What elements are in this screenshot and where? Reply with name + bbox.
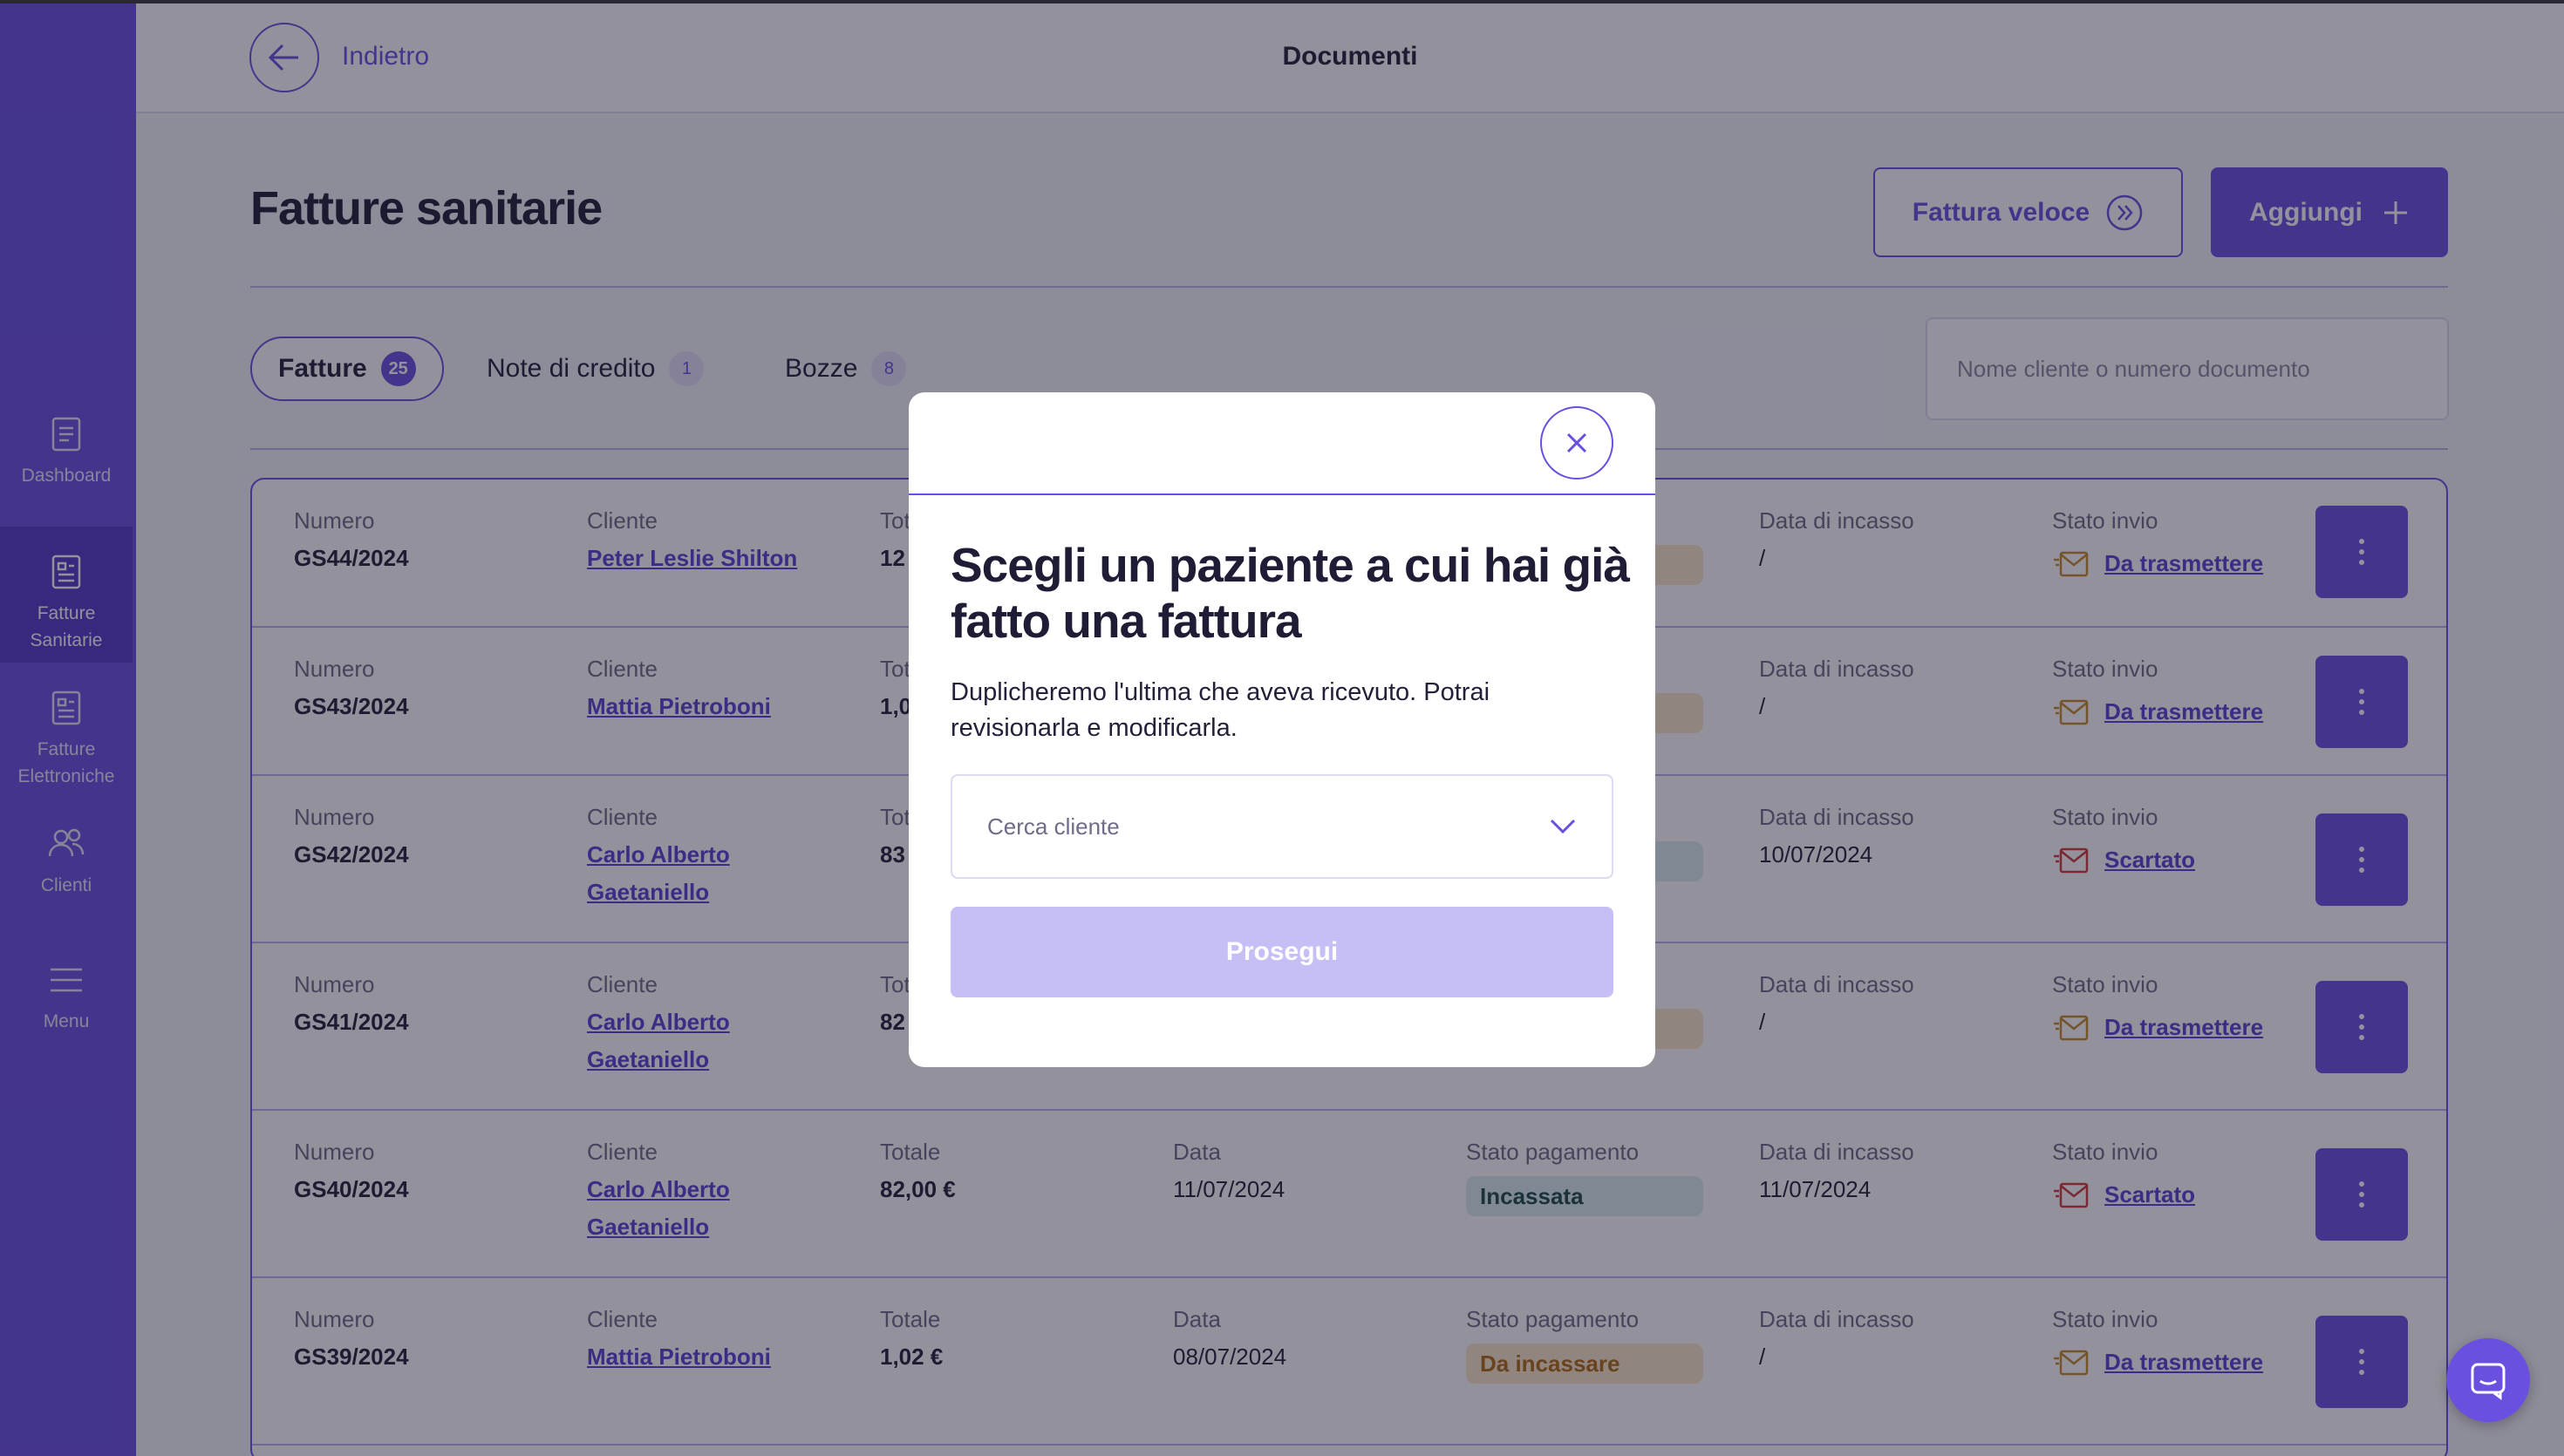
modal-description: Duplicheremo l'ultima che aveva ricevuto… [951,678,1490,742]
client-select-placeholder: Cerca cliente [987,813,1120,840]
modal-title: Scegli un paziente a cui hai già fatto u… [951,538,1630,648]
modal-header [909,392,1655,495]
close-icon [1566,432,1587,453]
chat-button[interactable] [2446,1338,2530,1422]
duplicate-invoice-modal: Scegli un paziente a cui hai già fatto u… [909,392,1655,1067]
chevron-down-icon [1550,819,1576,834]
chat-icon [2471,1363,2506,1400]
proceed-button[interactable]: Prosegui [951,907,1613,997]
client-select[interactable]: Cerca cliente [951,774,1613,879]
close-button[interactable] [1540,406,1613,480]
